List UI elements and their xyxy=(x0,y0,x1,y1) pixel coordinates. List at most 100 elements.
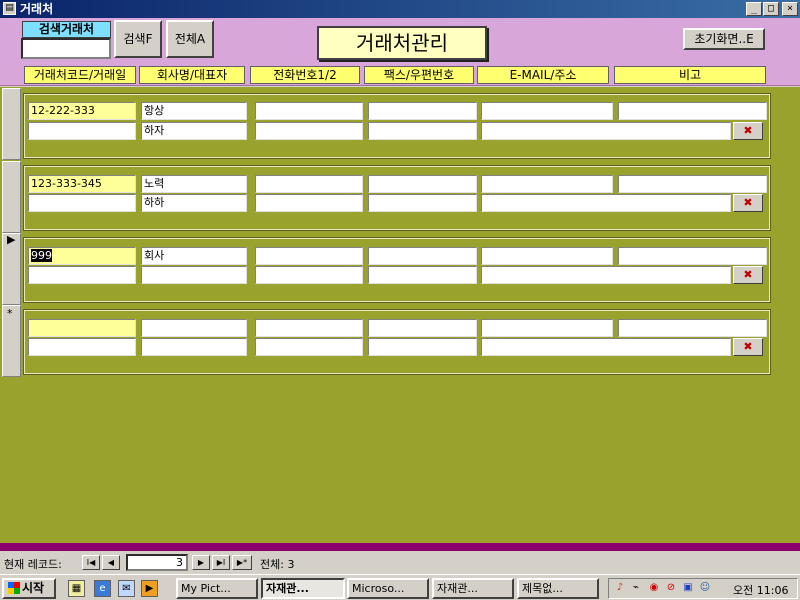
taskbar-item[interactable]: Microso... xyxy=(347,578,429,599)
phone1-field[interactable] xyxy=(255,247,363,265)
windows-logo-icon xyxy=(8,582,20,594)
phone2-field[interactable] xyxy=(255,122,363,140)
postal-code-field[interactable] xyxy=(368,338,477,356)
trade-date-field[interactable] xyxy=(28,194,136,212)
column-header-phone: 전화번호1/2 xyxy=(250,66,360,84)
phone2-field[interactable] xyxy=(255,338,363,356)
selected-text: 999 xyxy=(31,249,52,262)
column-header-fax: 팩스/우편번호 xyxy=(364,66,474,84)
trade-date-field[interactable] xyxy=(28,338,136,356)
column-header-company: 회사명/대표자 xyxy=(139,66,245,84)
email-field[interactable] xyxy=(481,175,613,193)
last-record-button[interactable]: ▶I xyxy=(212,555,230,570)
address-field[interactable] xyxy=(481,122,731,140)
email-field[interactable] xyxy=(481,319,613,337)
customer-code-field[interactable]: 12-222-333 xyxy=(28,102,136,120)
fax-field[interactable] xyxy=(368,319,477,337)
media-player-icon[interactable]: ▶ xyxy=(141,580,158,597)
phone1-field[interactable] xyxy=(255,319,363,337)
phone1-field[interactable] xyxy=(255,102,363,120)
postal-code-field[interactable] xyxy=(368,266,477,284)
column-header-email: E-MAIL/주소 xyxy=(477,66,609,84)
column-header-note: 비고 xyxy=(614,66,766,84)
fax-field[interactable] xyxy=(368,102,477,120)
window-title-bar: ▤ 거래처 _ □ × xyxy=(0,0,800,18)
fax-field[interactable] xyxy=(368,247,477,265)
network-icon[interactable]: ⌁ xyxy=(629,581,643,595)
ime-icon[interactable]: ♪ xyxy=(613,581,627,595)
start-button[interactable]: 시작 xyxy=(2,578,56,599)
clock: 오전 11:06 xyxy=(733,584,789,597)
delete-record-icon[interactable]: ✖ xyxy=(733,338,763,356)
blocked-icon[interactable]: ⊘ xyxy=(664,581,678,595)
record-navigator: 현재 레코드: I◀ ◀ 3 ▶ ▶I ▶* 전체: 3 xyxy=(0,552,800,572)
search-input[interactable] xyxy=(21,38,111,59)
monitor-icon[interactable]: ▣ xyxy=(681,581,695,595)
internet-explorer-icon[interactable]: e xyxy=(94,580,111,597)
taskbar-item[interactable]: 자재관... xyxy=(432,578,514,599)
form-title: 거래처관리 xyxy=(317,26,487,60)
company-name-field[interactable]: 항상 xyxy=(141,102,247,120)
close-button[interactable]: × xyxy=(782,2,798,16)
representative-field[interactable] xyxy=(141,338,247,356)
email-field[interactable] xyxy=(481,102,613,120)
fax-field[interactable] xyxy=(368,175,477,193)
delete-record-icon[interactable]: ✖ xyxy=(733,194,763,212)
postal-code-field[interactable] xyxy=(368,194,477,212)
delete-record-icon[interactable]: ✖ xyxy=(733,266,763,284)
representative-field[interactable]: 하하 xyxy=(141,194,247,212)
outlook-icon[interactable]: ✉ xyxy=(118,580,135,597)
current-record-label: 현재 레코드: xyxy=(4,558,62,571)
taskbar-item[interactable]: 제목없... xyxy=(517,578,599,599)
record-number-input[interactable]: 3 xyxy=(126,554,188,571)
representative-field[interactable]: 하자 xyxy=(141,122,247,140)
new-record-button[interactable]: ▶* xyxy=(232,555,252,570)
first-record-button[interactable]: I◀ xyxy=(82,555,100,570)
phone2-field[interactable] xyxy=(255,266,363,284)
record-total: 전체: 3 xyxy=(260,558,295,571)
customer-code-field[interactable]: 123-333-345 xyxy=(28,175,136,193)
representative-field[interactable] xyxy=(141,266,247,284)
customer-code-field[interactable]: 999 xyxy=(28,247,136,265)
note-field[interactable] xyxy=(618,175,767,193)
record-selector-current[interactable]: ▶ xyxy=(2,233,21,305)
record-selector-new[interactable]: * xyxy=(2,305,21,377)
company-name-field[interactable]: 회사 xyxy=(141,247,247,265)
address-field[interactable] xyxy=(481,194,731,212)
record-selector[interactable] xyxy=(2,161,21,233)
address-field[interactable] xyxy=(481,266,731,284)
minimize-button[interactable]: _ xyxy=(746,2,762,16)
window-title: 거래처 xyxy=(20,2,54,16)
trade-date-field[interactable] xyxy=(28,122,136,140)
search-button[interactable]: 검색F xyxy=(114,20,162,58)
note-field[interactable] xyxy=(618,102,767,120)
search-label: 검색거래처 xyxy=(22,21,111,38)
users-icon[interactable]: ☺ xyxy=(698,581,712,595)
company-name-field[interactable] xyxy=(141,319,247,337)
show-desktop-icon[interactable]: ▦ xyxy=(68,580,85,597)
form-icon: ▤ xyxy=(3,2,16,15)
note-field[interactable] xyxy=(618,319,767,337)
customer-code-field[interactable] xyxy=(28,319,136,337)
taskbar: 시작 ▦ e ✉ ▶ My Pict... 자재관... Microso... … xyxy=(0,574,800,600)
column-header-code: 거래처코드/거래일 xyxy=(24,66,136,84)
taskbar-item[interactable]: My Pict... xyxy=(176,578,258,599)
trade-date-field[interactable] xyxy=(28,266,136,284)
company-name-field[interactable]: 노력 xyxy=(141,175,247,193)
address-field[interactable] xyxy=(481,338,731,356)
maximize-button[interactable]: □ xyxy=(763,2,779,16)
show-all-button[interactable]: 전체A xyxy=(166,20,214,58)
form-footer-band xyxy=(0,543,800,551)
delete-record-icon[interactable]: ✖ xyxy=(733,122,763,140)
email-field[interactable] xyxy=(481,247,613,265)
phone2-field[interactable] xyxy=(255,194,363,212)
previous-record-button[interactable]: ◀ xyxy=(102,555,120,570)
record-selector[interactable] xyxy=(2,88,21,160)
note-field[interactable] xyxy=(618,247,767,265)
next-record-button[interactable]: ▶ xyxy=(192,555,210,570)
taskbar-item-active[interactable]: 자재관... xyxy=(261,578,345,599)
phone1-field[interactable] xyxy=(255,175,363,193)
postal-code-field[interactable] xyxy=(368,122,477,140)
antivirus-icon[interactable]: ◉ xyxy=(647,581,661,595)
home-button[interactable]: 초기화면..E xyxy=(683,28,765,50)
